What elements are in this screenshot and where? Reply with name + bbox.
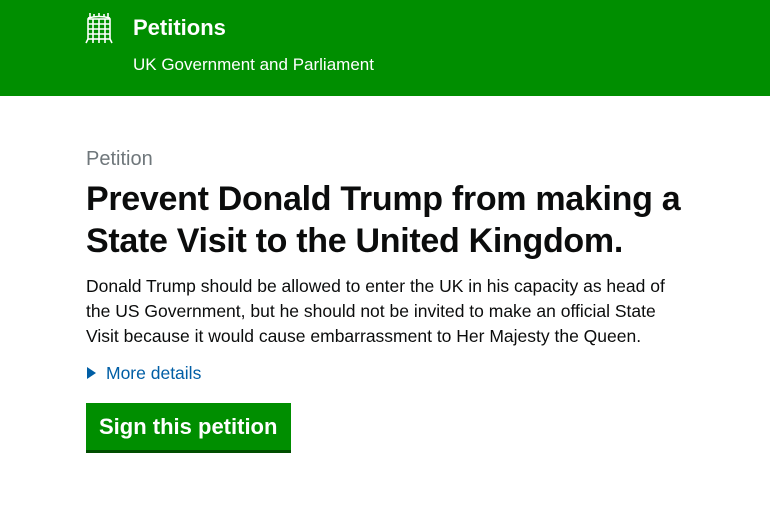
triangle-right-icon bbox=[87, 367, 96, 379]
site-header: Petitions UK Government and Parliament bbox=[0, 0, 770, 96]
petition-title: Prevent Donald Trump from making a State… bbox=[86, 180, 681, 260]
more-details-toggle[interactable]: More details bbox=[86, 361, 716, 385]
petition-content: Petition Prevent Donald Trump from makin… bbox=[86, 146, 716, 450]
portcullis-icon[interactable] bbox=[85, 12, 113, 44]
more-details-label: More details bbox=[106, 363, 202, 383]
sign-petition-button[interactable]: Sign this petition bbox=[86, 403, 292, 450]
petition-summary: Donald Trump should be allowed to enter … bbox=[86, 276, 665, 346]
petition-caption: Petition bbox=[86, 148, 153, 170]
site-subtitle: UK Government and Parliament bbox=[133, 55, 374, 74]
site-title[interactable]: Petitions bbox=[133, 14, 226, 42]
